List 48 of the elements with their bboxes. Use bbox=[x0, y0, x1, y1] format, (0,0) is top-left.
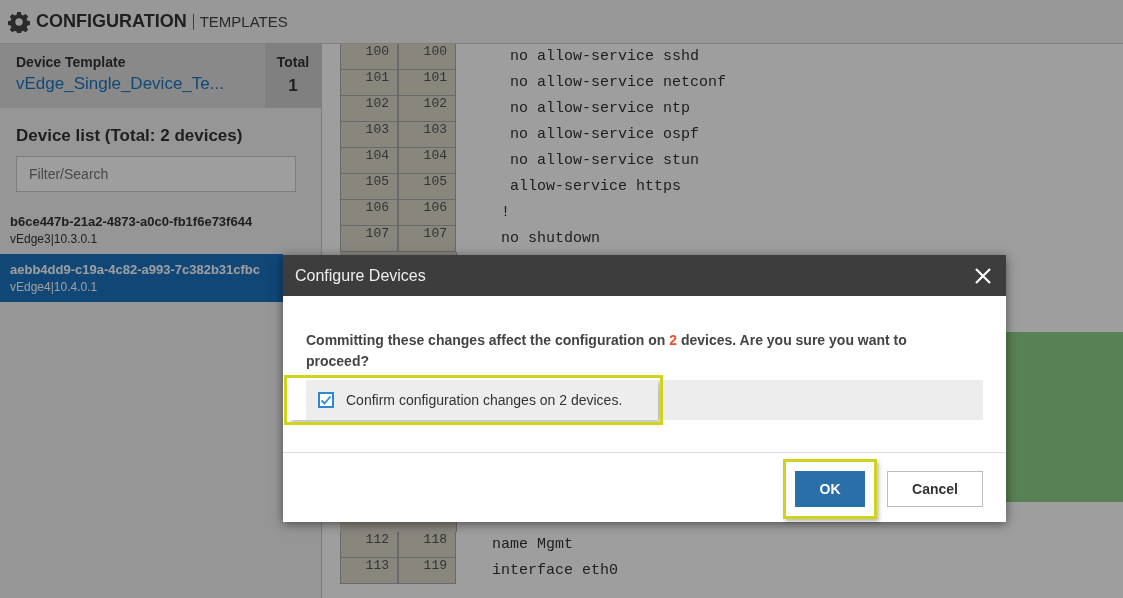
line-number: 101 bbox=[398, 70, 456, 96]
code-line: interface eth0 bbox=[491, 561, 619, 581]
line-number: 112 bbox=[340, 532, 398, 558]
code-line: no allow-service ospf bbox=[509, 125, 700, 145]
line-number: 106 bbox=[398, 200, 456, 226]
device-row[interactable]: aebb4dd9-c19a-4c82-a993-7c382b31cfbc vEdge4|10.4.0.1 bbox=[0, 254, 283, 302]
code-line: no allow-service sshd bbox=[509, 47, 700, 67]
template-label: Device Template bbox=[16, 54, 127, 70]
page-title: CONFIGURATION bbox=[36, 11, 187, 32]
code-line: no allow-service stun bbox=[509, 151, 700, 171]
code-line: ! bbox=[500, 203, 510, 223]
code-line: name Mgmt bbox=[491, 535, 573, 555]
device-row[interactable]: b6ce447b-21a2-4873-a0c0-fb1f6e73f644 vEdge3|10.3.0.1 bbox=[0, 206, 283, 254]
line-number: 107 bbox=[398, 226, 456, 252]
line-number: 118 bbox=[398, 532, 456, 558]
code-line: no shutdown bbox=[500, 229, 601, 249]
line-number: 102 bbox=[340, 96, 398, 122]
checkbox[interactable] bbox=[318, 392, 334, 408]
line-number: 106 bbox=[340, 200, 398, 226]
line-number: 113 bbox=[340, 558, 398, 584]
line-number: 104 bbox=[398, 148, 456, 174]
cancel-button[interactable]: Cancel bbox=[887, 471, 983, 507]
checkbox-label: Confirm configuration changes on 2 devices. bbox=[346, 392, 623, 408]
line-number: 105 bbox=[398, 174, 456, 200]
total-count: 1 bbox=[288, 76, 298, 96]
device-list-title: Device list (Total: 2 devices) bbox=[16, 126, 244, 146]
line-number: 105 bbox=[340, 174, 398, 200]
line-number: 100 bbox=[340, 44, 398, 70]
code-line: no allow-service netconf bbox=[509, 73, 727, 93]
line-number: 102 bbox=[398, 96, 456, 122]
total-label: Total bbox=[276, 54, 310, 70]
close-button[interactable] bbox=[974, 266, 992, 285]
code-line: no allow-service ntp bbox=[509, 99, 691, 119]
line-number: 100 bbox=[398, 44, 456, 70]
line-number: 107 bbox=[340, 226, 398, 252]
line-number: 104 bbox=[340, 148, 398, 174]
line-number: 103 bbox=[340, 122, 398, 148]
close-icon bbox=[974, 266, 992, 285]
confirmation-message: Committing these changes affect the configuration on 2 devices. Are you sure you want to proceed? bbox=[306, 331, 908, 371]
page-subtitle: TEMPLATES bbox=[199, 13, 288, 30]
line-number: 101 bbox=[340, 70, 398, 96]
line-number: 119 bbox=[398, 558, 456, 584]
dialog-title: Configure Devices bbox=[295, 266, 426, 285]
line-number: 103 bbox=[398, 122, 456, 148]
gear-icon bbox=[8, 10, 30, 33]
code-line: allow-service https bbox=[509, 177, 682, 197]
ok-button[interactable]: OK bbox=[795, 471, 865, 507]
search-field[interactable]: Filter/Search bbox=[16, 156, 296, 192]
